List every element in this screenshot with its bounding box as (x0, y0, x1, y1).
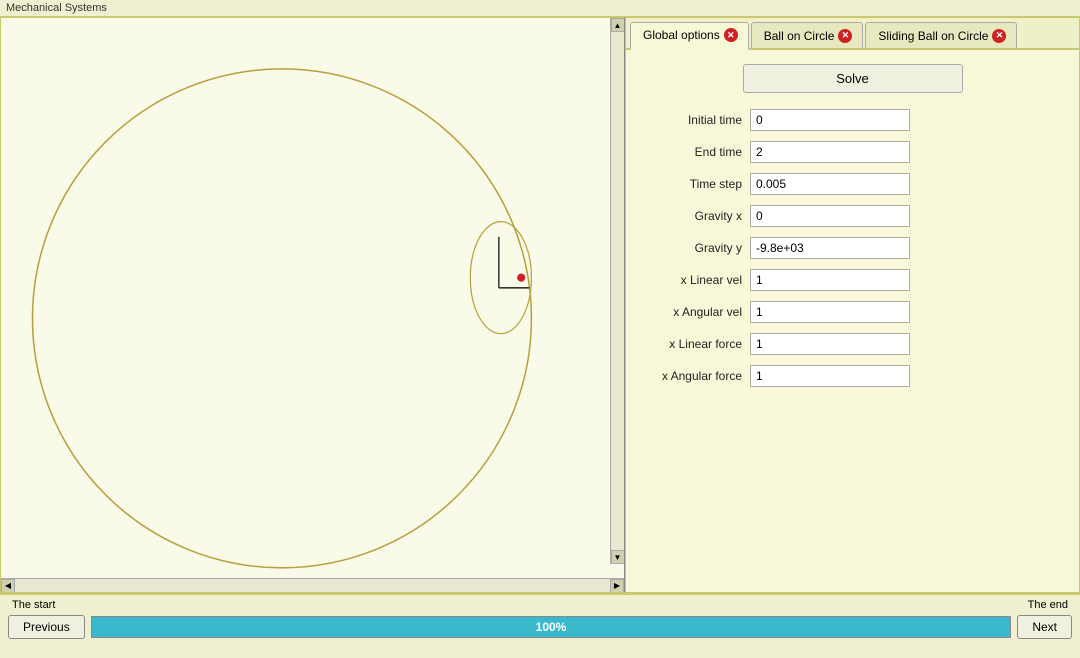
field-row-initial-time: Initial time (640, 107, 1065, 133)
canvas-scroll-area: ▲ ▼ (1, 18, 624, 578)
input-x-linear-force[interactable] (750, 333, 910, 355)
solve-button[interactable]: Solve (743, 64, 963, 93)
panel-content: Solve Initial time End time Time step Gr… (626, 50, 1079, 592)
tab-sliding[interactable]: Sliding Ball on Circle ✕ (865, 22, 1017, 48)
field-row-x-linear-force: x Linear force (640, 331, 1065, 357)
bottom-bar: The start The end Previous 100% Next (0, 593, 1080, 655)
input-end-time[interactable] (750, 141, 910, 163)
tab-ball[interactable]: Ball on Circle ✕ (751, 22, 864, 48)
progress-text: 100% (536, 620, 567, 634)
label-x-linear-force: x Linear force (640, 337, 750, 351)
next-button[interactable]: Next (1017, 615, 1072, 639)
label-end-time: End time (640, 145, 750, 159)
scroll-right-arrow[interactable]: ▶ (610, 579, 624, 593)
tab-global-close[interactable]: ✕ (724, 28, 738, 42)
field-row-end-time: End time (640, 139, 1065, 165)
label-initial-time: Initial time (640, 113, 750, 127)
input-x-linear-vel[interactable] (750, 269, 910, 291)
label-x-angular-vel: x Angular vel (640, 305, 750, 319)
tab-sliding-label: Sliding Ball on Circle (878, 29, 988, 43)
field-row-x-angular-vel: x Angular vel (640, 299, 1065, 325)
input-x-angular-vel[interactable] (750, 301, 910, 323)
label-time-step: Time step (640, 177, 750, 191)
progress-bar-container[interactable]: 100% (91, 616, 1012, 638)
field-row-x-angular-force: x Angular force (640, 363, 1065, 389)
scroll-track-h (15, 579, 610, 592)
content-area: ▲ ▼ (0, 17, 1080, 593)
tab-global[interactable]: Global options ✕ (630, 22, 749, 50)
scroll-left-arrow[interactable]: ◀ (1, 579, 15, 593)
progress-bar-fill: 100% (92, 617, 1011, 637)
canvas-panel: ▲ ▼ (0, 17, 625, 593)
label-gravity-y: Gravity y (640, 241, 750, 255)
window-title: Mechanical Systems (6, 2, 107, 14)
field-row-gravity-y: Gravity y (640, 235, 1065, 261)
tab-ball-close[interactable]: ✕ (838, 29, 852, 43)
tab-sliding-close[interactable]: ✕ (992, 29, 1006, 43)
start-label: The start (12, 599, 55, 611)
scroll-up-arrow[interactable]: ▲ (611, 18, 625, 32)
right-panel: Global options ✕ Ball on Circle ✕ Slidin… (625, 17, 1080, 593)
field-row-gravity-x: Gravity x (640, 203, 1065, 229)
main-container: ▲ ▼ (0, 17, 1080, 655)
end-label: The end (1028, 599, 1068, 611)
bottom-labels: The start The end (8, 599, 1072, 611)
canvas-svg (1, 18, 624, 578)
title-bar: Mechanical Systems (0, 0, 1080, 17)
label-gravity-x: Gravity x (640, 209, 750, 223)
label-x-angular-force: x Angular force (640, 369, 750, 383)
tab-global-label: Global options (643, 28, 720, 42)
input-x-angular-force[interactable] (750, 365, 910, 387)
bottom-controls: Previous 100% Next (8, 615, 1072, 639)
field-row-time-step: Time step (640, 171, 1065, 197)
tab-ball-label: Ball on Circle (764, 29, 835, 43)
input-time-step[interactable] (750, 173, 910, 195)
previous-button[interactable]: Previous (8, 615, 85, 639)
input-initial-time[interactable] (750, 109, 910, 131)
field-row-x-linear-vel: x Linear vel (640, 267, 1065, 293)
canvas-scrollbar-bottom: ◀ ▶ (1, 578, 624, 592)
canvas-scrollbar-right: ▲ ▼ (610, 18, 624, 564)
label-x-linear-vel: x Linear vel (640, 273, 750, 287)
scroll-down-arrow[interactable]: ▼ (611, 550, 625, 564)
input-gravity-x[interactable] (750, 205, 910, 227)
input-gravity-y[interactable] (750, 237, 910, 259)
tabs-bar: Global options ✕ Ball on Circle ✕ Slidin… (626, 18, 1079, 50)
